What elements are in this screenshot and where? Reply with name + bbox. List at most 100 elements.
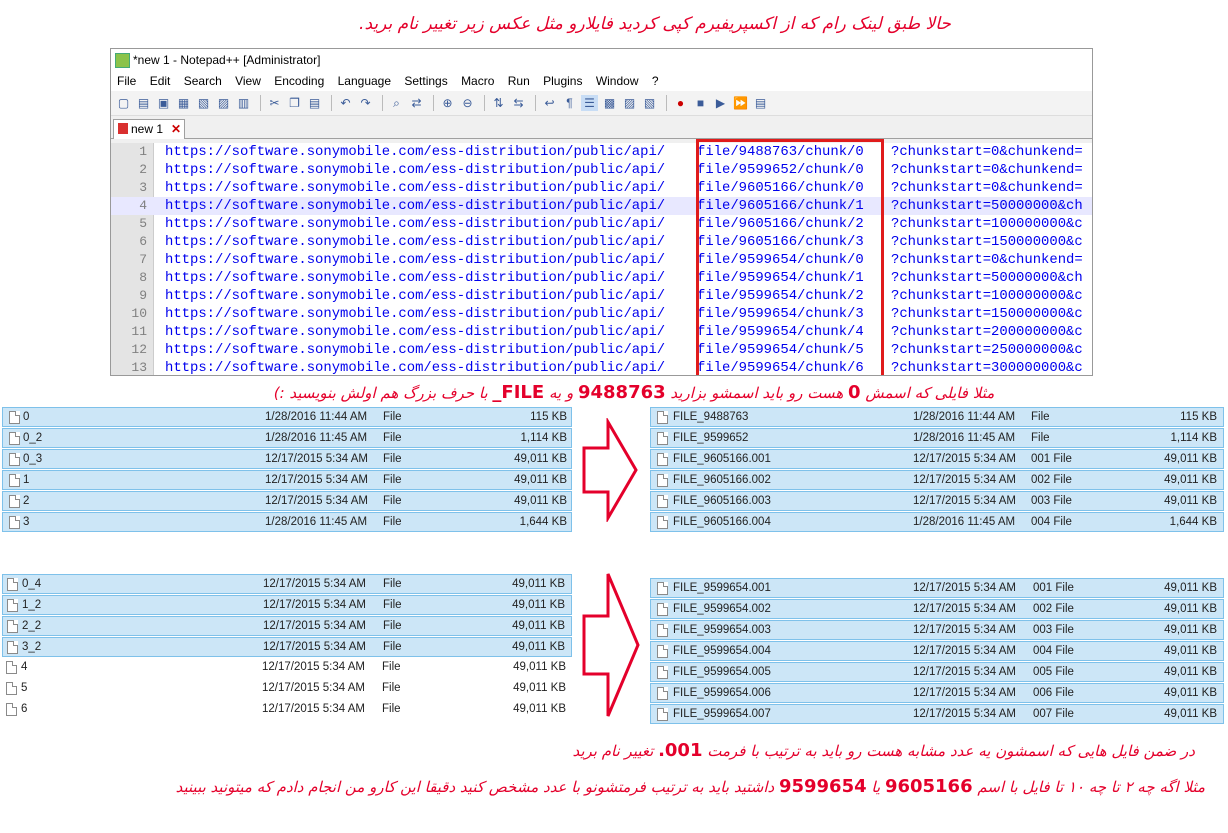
url-text[interactable]: https://software.sonymobile.com/ess-dist…	[165, 197, 1083, 215]
editor-line[interactable]: 11 https://software.sonymobile.com/ess-di…	[111, 323, 1092, 341]
file-row[interactable]: FILE_9599654.004 12/17/2015 5:34 AM 004 Fi…	[650, 641, 1224, 661]
url-text[interactable]: https://software.sonymobile.com/ess-dist…	[165, 161, 1083, 179]
find-icon[interactable]: ⌕	[388, 95, 405, 111]
function-list-icon[interactable]: ▧	[641, 95, 658, 111]
replace-icon[interactable]: ⇄	[408, 95, 425, 111]
menu-edit[interactable]: Edit	[146, 71, 175, 91]
url-text[interactable]: https://software.sonymobile.com/ess-dist…	[165, 305, 1083, 323]
close-all-icon[interactable]: ▨	[215, 95, 232, 111]
show-all-chars-icon[interactable]: ¶	[561, 95, 578, 111]
editor-line[interactable]: 1 https://software.sonymobile.com/ess-dis…	[111, 143, 1092, 161]
file-row[interactable]: 0_4 12/17/2015 5:34 AM File 49,011 KB	[2, 574, 572, 594]
menu-view[interactable]: View	[231, 71, 265, 91]
editor-line[interactable]: 5 https://software.sonymobile.com/ess-dis…	[111, 215, 1092, 233]
file-row[interactable]: FILE_9605166.002 12/17/2015 5:34 AM 002 Fi…	[650, 470, 1224, 490]
editor-area[interactable]: 1 https://software.sonymobile.com/ess-dis…	[111, 139, 1092, 375]
file-row[interactable]: FILE_9605166.003 12/17/2015 5:34 AM 003 Fi…	[650, 491, 1224, 511]
file-row[interactable]: 3 1/28/2016 11:45 AM File 1,644 KB	[2, 512, 572, 532]
file-row[interactable]: FILE_9599652 1/28/2016 11:45 AM File 1,114 …	[650, 428, 1224, 448]
editor-line[interactable]: 4 https://software.sonymobile.com/ess-dis…	[111, 197, 1092, 215]
copy-icon[interactable]: ❐	[286, 95, 303, 111]
run-macro-multiple-icon[interactable]: ⏩	[732, 95, 749, 111]
editor-line[interactable]: 3 https://software.sonymobile.com/ess-dis…	[111, 179, 1092, 197]
file-row[interactable]: FILE_9488763 1/28/2016 11:44 AM File 115 KB	[650, 407, 1224, 427]
close-tab-icon[interactable]: ✕	[171, 120, 181, 139]
file-row[interactable]: 3_2 12/17/2015 5:34 AM File 49,011 KB	[2, 637, 572, 657]
menu-run[interactable]: Run	[504, 71, 534, 91]
menu-search[interactable]: Search	[180, 71, 226, 91]
url-text[interactable]: https://software.sonymobile.com/ess-dist…	[165, 359, 1083, 375]
save-icon[interactable]: ▣	[155, 95, 172, 111]
editor-line[interactable]: 13 https://software.sonymobile.com/ess-di…	[111, 359, 1092, 375]
editor-line[interactable]: 12 https://software.sonymobile.com/ess-di…	[111, 341, 1092, 359]
file-type: 002 File	[1031, 474, 1072, 486]
cut-icon[interactable]: ✂	[266, 95, 283, 111]
url-text[interactable]: https://software.sonymobile.com/ess-dist…	[165, 287, 1083, 305]
record-macro-icon[interactable]: ●	[672, 95, 689, 111]
toolbar-separator	[260, 95, 261, 111]
sync-horizontal-icon[interactable]: ⇆	[510, 95, 527, 111]
file-row[interactable]: FILE_9599654.006 12/17/2015 5:34 AM 006 Fi…	[650, 683, 1224, 703]
file-row[interactable]: 0_2 1/28/2016 11:45 AM File 1,114 KB	[2, 428, 572, 448]
url-text[interactable]: https://software.sonymobile.com/ess-dist…	[165, 251, 1083, 269]
stop-macro-icon[interactable]: ■	[692, 95, 709, 111]
undo-icon[interactable]: ↶	[337, 95, 354, 111]
file-row[interactable]: FILE_9599654.007 12/17/2015 5:34 AM 007 Fi…	[650, 704, 1224, 724]
menu-plugins[interactable]: Plugins	[539, 71, 586, 91]
url-text[interactable]: https://software.sonymobile.com/ess-dist…	[165, 269, 1083, 287]
file-row[interactable]: FILE_9605166.001 12/17/2015 5:34 AM 001 Fi…	[650, 449, 1224, 469]
file-row[interactable]: FILE_9599654.001 12/17/2015 5:34 AM 001 Fi…	[650, 578, 1224, 598]
file-row[interactable]: 6 12/17/2015 5:34 AM File 49,011 KB	[2, 700, 572, 720]
menu-language[interactable]: Language	[334, 71, 395, 91]
menu-macro[interactable]: Macro	[457, 71, 498, 91]
word-wrap-icon[interactable]: ↩	[541, 95, 558, 111]
open-file-icon[interactable]: ▤	[135, 95, 152, 111]
menu-settings[interactable]: Settings	[400, 71, 451, 91]
editor-line[interactable]: 7 https://software.sonymobile.com/ess-dis…	[111, 251, 1092, 269]
menu-encoding[interactable]: Encoding	[270, 71, 328, 91]
editor-line[interactable]: 2 https://software.sonymobile.com/ess-dis…	[111, 161, 1092, 179]
save-all-icon[interactable]: ▦	[175, 95, 192, 111]
file-row[interactable]: FILE_9599654.003 12/17/2015 5:34 AM 003 Fi…	[650, 620, 1224, 640]
url-text[interactable]: https://software.sonymobile.com/ess-dist…	[165, 233, 1083, 251]
file-row[interactable]: 2 12/17/2015 5:34 AM File 49,011 KB	[2, 491, 572, 511]
url-text[interactable]: https://software.sonymobile.com/ess-dist…	[165, 215, 1083, 233]
zoom-out-icon[interactable]: ⊖	[459, 95, 476, 111]
doc-map-icon[interactable]: ▨	[621, 95, 638, 111]
file-row[interactable]: 1 12/17/2015 5:34 AM File 49,011 KB	[2, 470, 572, 490]
file-row[interactable]: 4 12/17/2015 5:34 AM File 49,011 KB	[2, 658, 572, 678]
new-file-icon[interactable]: ▢	[115, 95, 132, 111]
file-row[interactable]: FILE_9599654.002 12/17/2015 5:34 AM 002 Fi…	[650, 599, 1224, 619]
editor-line[interactable]: 8 https://software.sonymobile.com/ess-dis…	[111, 269, 1092, 287]
window-titlebar[interactable]: *new 1 - Notepad++ [Administrator]	[111, 49, 1092, 71]
url-text[interactable]: https://software.sonymobile.com/ess-dist…	[165, 341, 1083, 359]
indent-guide-icon[interactable]: ☰	[581, 95, 598, 111]
paste-icon[interactable]: ▤	[306, 95, 323, 111]
redo-icon[interactable]: ↷	[357, 95, 374, 111]
zoom-in-icon[interactable]: ⊕	[439, 95, 456, 111]
menu-help[interactable]: ?	[648, 71, 663, 91]
menu-file[interactable]: File	[113, 71, 140, 91]
save-macro-icon[interactable]: ▤	[752, 95, 769, 111]
url-text[interactable]: https://software.sonymobile.com/ess-dist…	[165, 143, 1083, 161]
menu-window[interactable]: Window	[592, 71, 643, 91]
sync-vertical-icon[interactable]: ⇅	[490, 95, 507, 111]
play-macro-icon[interactable]: ▶	[712, 95, 729, 111]
tab-new-1[interactable]: new 1 ✕	[113, 119, 185, 139]
file-row[interactable]: FILE_9599654.005 12/17/2015 5:34 AM 005 Fi…	[650, 662, 1224, 682]
file-row[interactable]: 2_2 12/17/2015 5:34 AM File 49,011 KB	[2, 616, 572, 636]
url-text[interactable]: https://software.sonymobile.com/ess-dist…	[165, 323, 1083, 341]
file-row[interactable]: 0_3 12/17/2015 5:34 AM File 49,011 KB	[2, 449, 572, 469]
udl-icon[interactable]: ▩	[601, 95, 618, 111]
editor-line[interactable]: 6 https://software.sonymobile.com/ess-dis…	[111, 233, 1092, 251]
file-row[interactable]: 1_2 12/17/2015 5:34 AM File 49,011 KB	[2, 595, 572, 615]
editor-line[interactable]: 10 https://software.sonymobile.com/ess-di…	[111, 305, 1092, 323]
file-row[interactable]: FILE_9605166.004 1/28/2016 11:45 AM 004 Fi…	[650, 512, 1224, 532]
print-icon[interactable]: ▥	[235, 95, 252, 111]
file-row[interactable]: 0 1/28/2016 11:44 AM File 115 KB	[2, 407, 572, 427]
file-row[interactable]: 5 12/17/2015 5:34 AM File 49,011 KB	[2, 679, 572, 699]
instruction-line-1: حالا طبق لینک رام که از اکسپریفیرم کپی ک…	[359, 14, 951, 34]
editor-line[interactable]: 9 https://software.sonymobile.com/ess-dis…	[111, 287, 1092, 305]
close-file-icon[interactable]: ▧	[195, 95, 212, 111]
url-text[interactable]: https://software.sonymobile.com/ess-dist…	[165, 179, 1083, 197]
